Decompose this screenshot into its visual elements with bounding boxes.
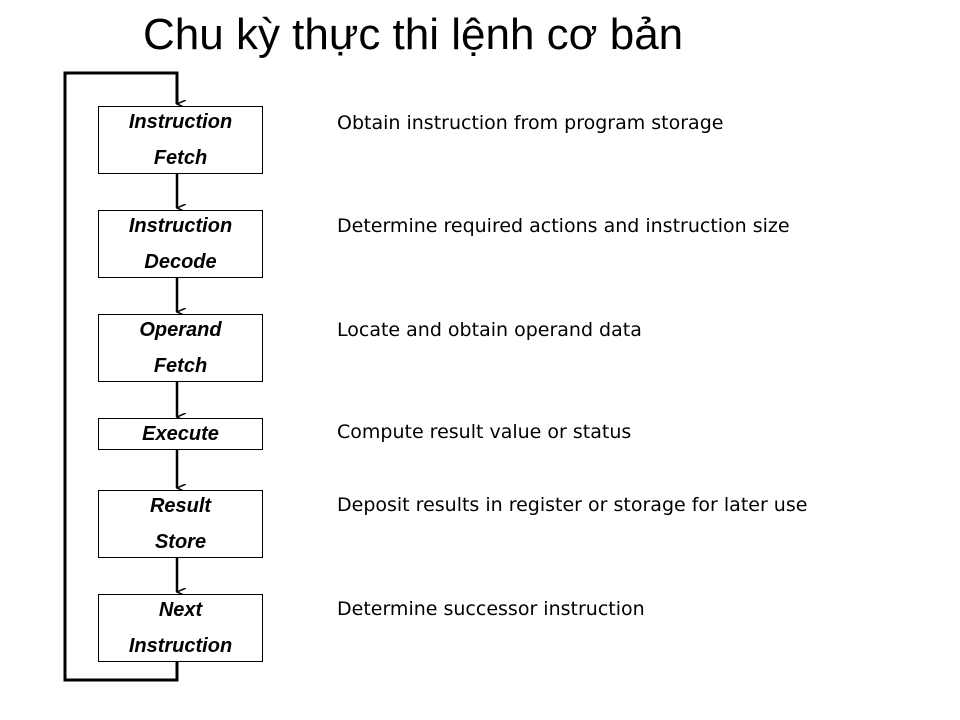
step-description: Deposit results in register or storage f…: [337, 494, 808, 516]
step-label: Execute: [142, 423, 219, 445]
step-label: Instruction: [128, 215, 233, 237]
step-execute: Execute: [98, 418, 263, 450]
step-label: Result: [149, 495, 212, 517]
step-result-store: Result Store: [98, 490, 263, 558]
step-label: Operand: [139, 319, 222, 341]
step-description: Compute result value or status: [337, 421, 632, 443]
step-description: Determine required actions and instructi…: [337, 215, 790, 237]
step-description: Determine successor instruction: [337, 598, 645, 620]
step-next-instruction: Next Instruction: [98, 594, 263, 662]
step-label: Instruction: [128, 111, 233, 133]
step-label: Next: [158, 599, 203, 621]
step-label: Fetch: [153, 147, 208, 169]
step-instruction-fetch: Instruction Fetch: [98, 106, 263, 174]
step-label: Fetch: [153, 355, 208, 377]
step-label: Store: [154, 531, 207, 553]
step-label: Instruction: [128, 635, 233, 657]
step-label: Decode: [144, 251, 217, 273]
step-operand-fetch: Operand Fetch: [98, 314, 263, 382]
step-instruction-decode: Instruction Decode: [98, 210, 263, 278]
step-description: Locate and obtain operand data: [337, 319, 642, 341]
step-description: Obtain instruction from program storage: [337, 112, 724, 134]
